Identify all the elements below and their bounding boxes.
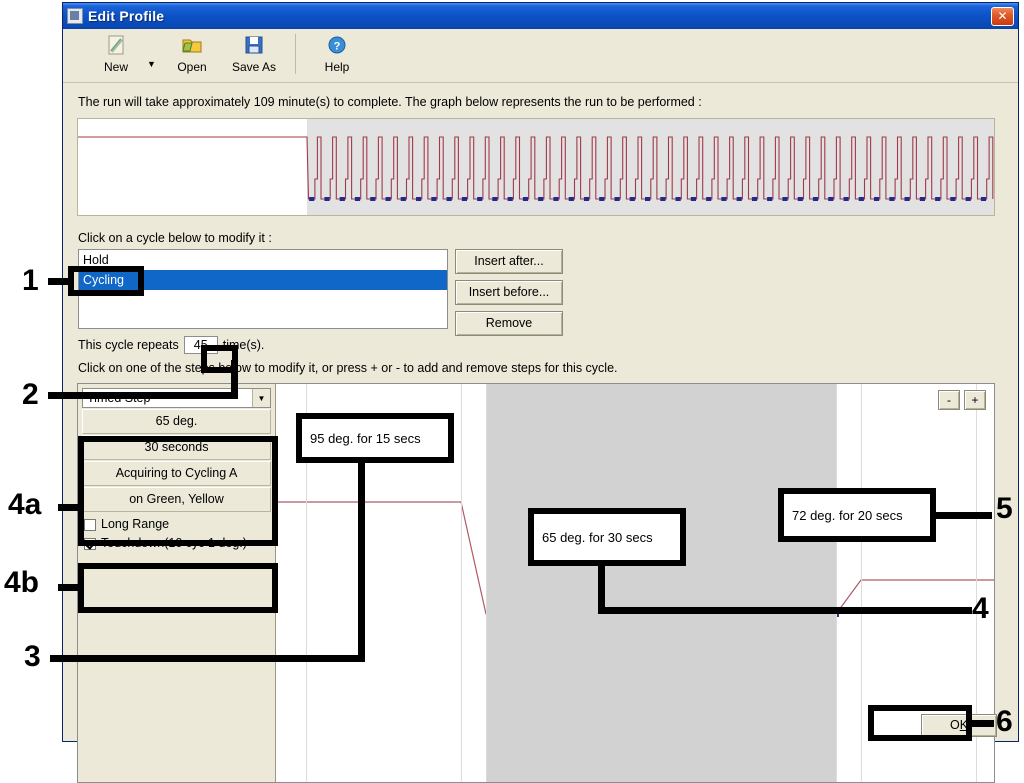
chevron-down-icon: ▼	[252, 389, 270, 407]
step-type-value: Timed Step	[87, 391, 151, 405]
ok-prefix: O	[949, 718, 960, 732]
annotation-number-2: 2	[22, 378, 39, 411]
graph-gridline	[861, 384, 862, 782]
insert-before-button[interactable]: Insert before...	[455, 280, 563, 305]
dialog-body: The run will take approximately 109 minu…	[63, 83, 1018, 783]
step-editor-panel: Timed Step ▼ 65 deg. 30 seconds Acquirin…	[77, 383, 995, 783]
insert-after-button[interactable]: Insert after...	[455, 249, 563, 274]
help-button[interactable]: ? Help	[306, 32, 368, 74]
annotation-number-1: 1	[22, 264, 39, 297]
repeat-count-input[interactable]: 45	[183, 336, 218, 354]
cycle-list[interactable]: Hold Cycling	[78, 249, 448, 329]
help-label: Help	[324, 60, 350, 74]
step-controls: Timed Step ▼ 65 deg. 30 seconds Acquirin…	[78, 384, 276, 782]
cycle-repeat-row: This cycle repeats 45 time(s).	[78, 336, 264, 354]
graph-gridline	[836, 384, 837, 782]
cycle-item-cycling[interactable]: Cycling	[79, 270, 447, 290]
touchdown-label: Touchdown(10 cyc 1 deg.)	[101, 536, 247, 550]
run-overview-graph	[77, 118, 995, 216]
ok-button[interactable]: OK	[921, 714, 997, 737]
repeat-suffix-label: time(s).	[222, 338, 265, 352]
repeat-prefix-label: This cycle repeats	[78, 338, 179, 352]
save-as-button[interactable]: Save As	[223, 32, 285, 74]
cycle-list-prompt: Click on a cycle below to modify it :	[78, 231, 272, 245]
new-button[interactable]: New	[85, 32, 147, 74]
open-button[interactable]: Open	[161, 32, 223, 74]
window-title: Edit Profile	[88, 8, 165, 24]
selected-step-highlight	[486, 384, 836, 782]
remove-button[interactable]: Remove	[455, 311, 563, 336]
close-glyph: ✕	[997, 8, 1008, 23]
window-titlebar: Edit Profile ✕	[63, 3, 1018, 29]
checkbox-box	[84, 519, 96, 531]
close-icon[interactable]: ✕	[991, 6, 1014, 26]
toolbar-divider	[295, 34, 296, 74]
long-range-label: Long Range	[101, 517, 170, 531]
toolbar: New ▼ Open Save As ? Help	[63, 29, 1018, 83]
run-duration-text: The run will take approximately 109 minu…	[78, 95, 702, 109]
step-type-select[interactable]: Timed Step ▼	[82, 388, 271, 408]
floppy-disk-icon	[243, 32, 265, 58]
annotation-number-4b: 4b	[4, 566, 40, 599]
edit-profile-window: Edit Profile ✕ New ▼ Open Save As ? Help…	[62, 2, 1019, 783]
svg-text:?: ?	[334, 41, 341, 53]
step-profile-graph: - +	[276, 384, 994, 782]
step-duration-button[interactable]: 30 seconds	[82, 435, 271, 460]
ok-underline: K	[959, 718, 969, 732]
checkbox-box-checked	[84, 538, 96, 550]
open-label: Open	[177, 60, 207, 74]
chevron-down-icon[interactable]: ▼	[147, 59, 161, 69]
step-temperature-button[interactable]: 65 deg.	[82, 409, 271, 434]
new-label: New	[103, 60, 128, 74]
new-document-icon	[105, 32, 127, 58]
graph-gridline	[306, 384, 307, 782]
step-channels-button[interactable]: on Green, Yellow	[82, 487, 271, 512]
annotation-number-3: 3	[24, 640, 41, 673]
run-overview-svg	[78, 119, 994, 215]
graph-gridline	[461, 384, 462, 782]
cycle-item-hold[interactable]: Hold	[79, 250, 447, 270]
help-question-icon: ?	[326, 32, 348, 58]
long-range-checkbox[interactable]: Long Range	[82, 517, 271, 531]
graph-gridline	[486, 384, 487, 782]
save-as-label: Save As	[231, 60, 277, 74]
touchdown-checkbox[interactable]: Touchdown(10 cyc 1 deg.)	[82, 536, 271, 550]
step-acquiring-button[interactable]: Acquiring to Cycling A	[82, 461, 271, 486]
profile-icon	[67, 8, 83, 24]
zoom-in-button[interactable]: +	[964, 390, 986, 410]
open-folder-icon	[181, 32, 203, 58]
annotation-number-4a: 4a	[8, 488, 42, 521]
steps-hint-text: Click on one of the steps below to modif…	[78, 361, 618, 375]
zoom-out-button[interactable]: -	[938, 390, 960, 410]
